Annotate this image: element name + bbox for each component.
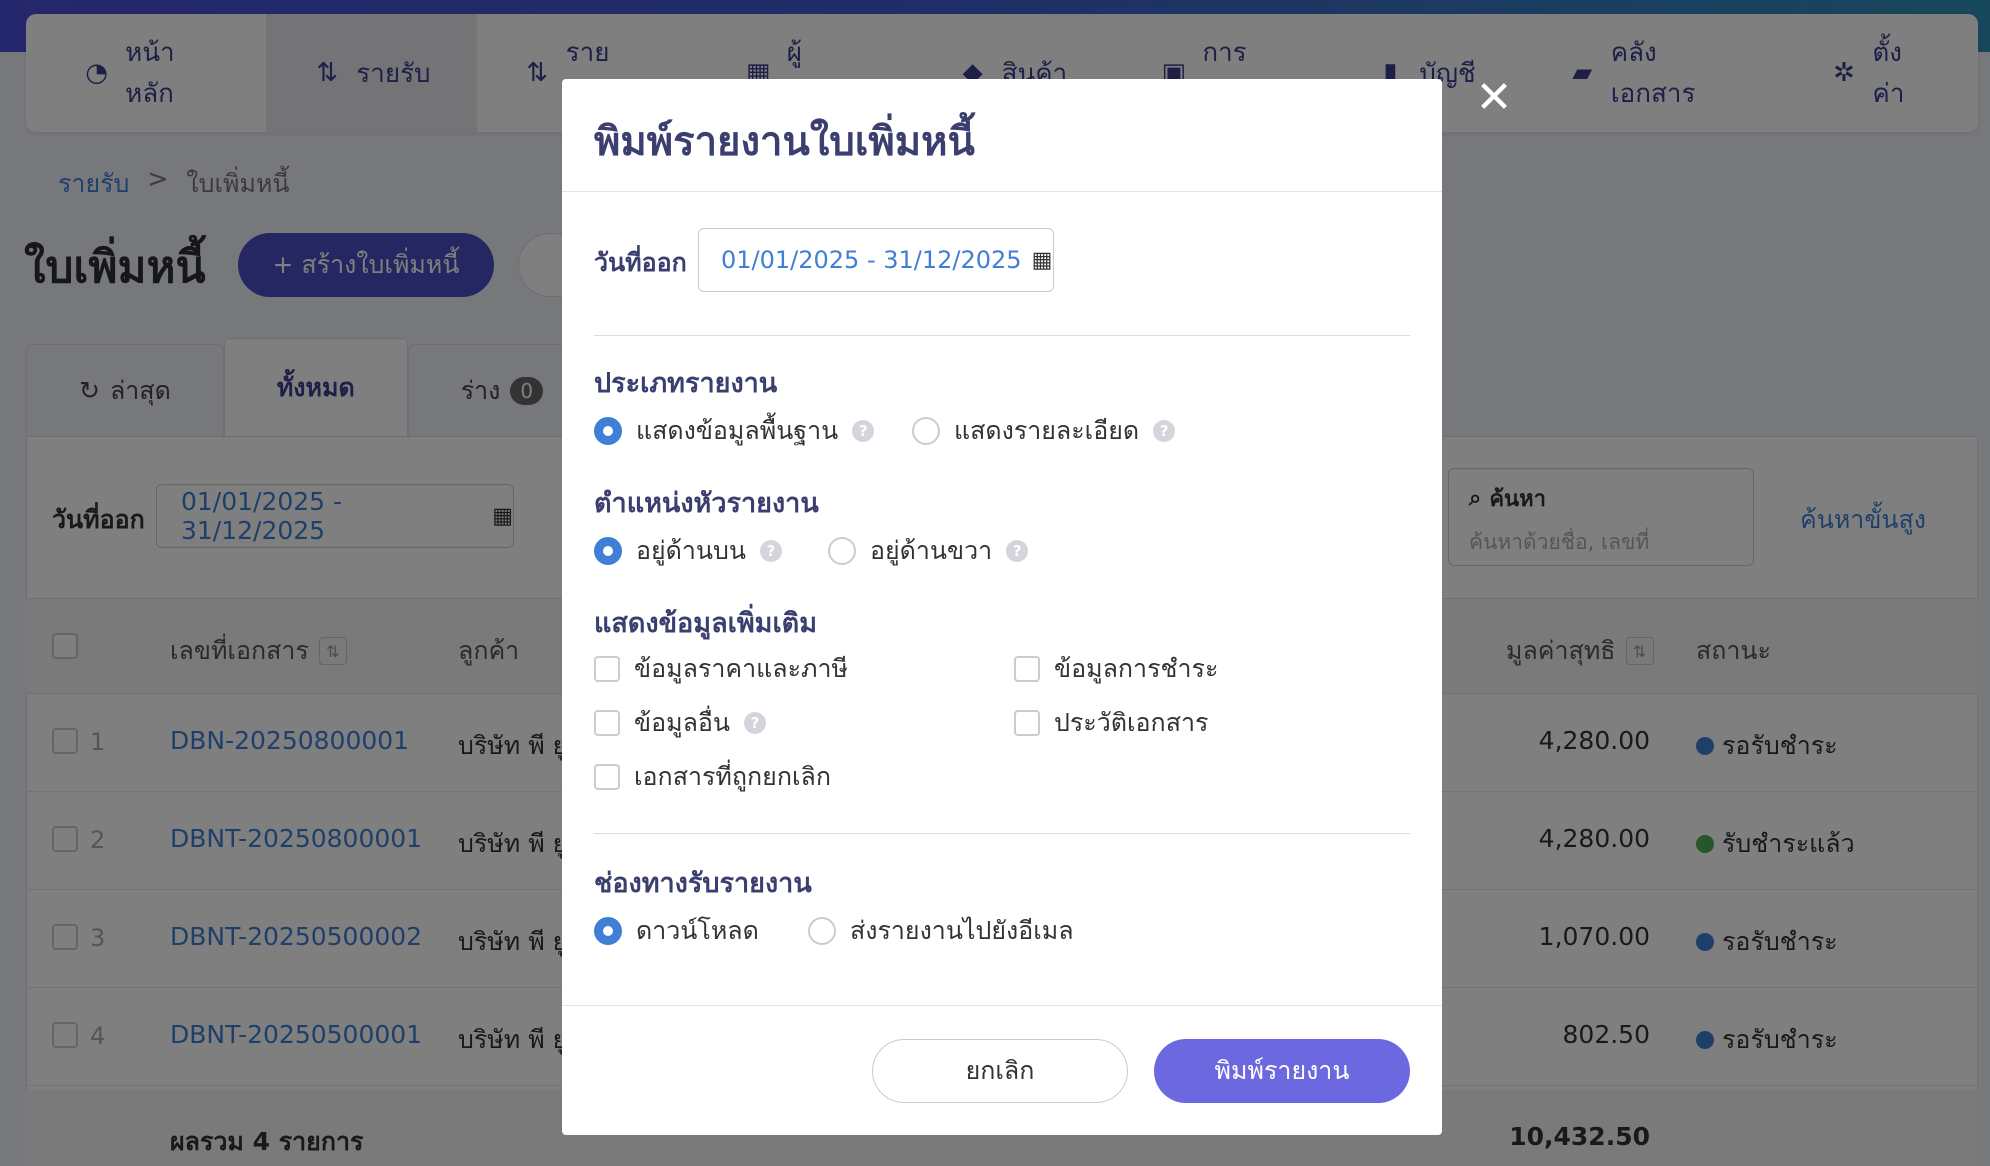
checkbox[interactable] xyxy=(1014,710,1040,736)
radio-unselected[interactable] xyxy=(828,537,856,565)
report-type-title: ประเภทรายงาน xyxy=(594,368,778,399)
option-label: อยู่ด้านขวา xyxy=(870,536,993,565)
divider xyxy=(594,335,1410,336)
option-label: ข้อมูลอื่น xyxy=(634,708,731,737)
print-report-button[interactable]: พิมพ์รายงาน xyxy=(1154,1039,1410,1103)
option-label: เอกสารที่ถูกยกเลิก xyxy=(634,762,831,791)
header-position-title: ตำแหน่งหัวรายงาน xyxy=(594,488,819,519)
extra-other-option[interactable]: ข้อมูลอื่น ? xyxy=(594,703,767,743)
divider xyxy=(594,833,1410,834)
report-type-basic-option[interactable]: แสดงข้อมูลพื้นฐาน ? xyxy=(594,411,875,451)
checkbox[interactable] xyxy=(594,656,620,682)
cancel-button[interactable]: ยกเลิก xyxy=(872,1039,1128,1103)
report-type-detail-option[interactable]: แสดงรายละเอียด ? xyxy=(912,411,1176,451)
help-icon[interactable]: ? xyxy=(760,540,782,562)
option-label: ข้อมูลการชำระ xyxy=(1054,654,1219,683)
extra-info-title: แสดงข้อมูลเพิ่มเติม xyxy=(594,608,818,639)
radio-unselected[interactable] xyxy=(808,917,836,945)
extra-payment-option[interactable]: ข้อมูลการชำระ xyxy=(1014,649,1218,689)
help-icon[interactable]: ? xyxy=(852,420,875,442)
header-position-right-option[interactable]: อยู่ด้านขวา ? xyxy=(828,531,1029,571)
calendar-icon: ▦ xyxy=(1031,247,1053,273)
option-label: แสดงรายละเอียด xyxy=(954,416,1140,445)
checkbox[interactable] xyxy=(1014,656,1040,682)
delivery-email-option[interactable]: ส่งรายงานไปยังอีเมล xyxy=(808,911,1074,951)
divider xyxy=(562,1005,1442,1006)
modal-date-range-input[interactable]: 01/01/2025 - 31/12/2025 ▦ xyxy=(698,228,1054,292)
close-icon[interactable]: ✕ xyxy=(1474,76,1514,120)
extra-price-tax-option[interactable]: ข้อมูลราคาและภาษี xyxy=(594,649,848,689)
option-label: ส่งรายงานไปยังอีเมล xyxy=(850,916,1074,945)
checkbox[interactable] xyxy=(594,710,620,736)
extra-cancelled-option[interactable]: เอกสารที่ถูกยกเลิก xyxy=(594,757,831,797)
option-label: แสดงข้อมูลพื้นฐาน xyxy=(636,416,839,445)
modal-date-label: วันที่ออก xyxy=(594,248,687,277)
help-icon[interactable]: ? xyxy=(1153,420,1176,442)
option-label: ข้อมูลราคาและภาษี xyxy=(634,654,848,683)
radio-unselected[interactable] xyxy=(912,417,940,445)
radio-selected[interactable] xyxy=(594,537,622,565)
modal-date-value: 01/01/2025 - 31/12/2025 xyxy=(721,246,1022,274)
option-label: ดาวน์โหลด xyxy=(636,916,759,945)
help-icon[interactable]: ? xyxy=(1006,540,1029,562)
extra-history-option[interactable]: ประวัติเอกสาร xyxy=(1014,703,1208,743)
delivery-download-option[interactable]: ดาวน์โหลด xyxy=(594,911,759,951)
option-label: ประวัติเอกสาร xyxy=(1054,708,1209,737)
header-position-top-option[interactable]: อยู่ด้านบน ? xyxy=(594,531,782,571)
radio-selected[interactable] xyxy=(594,417,622,445)
help-icon[interactable]: ? xyxy=(744,712,767,734)
checkbox[interactable] xyxy=(594,764,620,790)
radio-selected[interactable] xyxy=(594,917,622,945)
modal-title: พิมพ์รายงานใบเพิ่มหนี้ xyxy=(594,119,975,165)
delivery-channel-title: ช่องทางรับรายงาน xyxy=(594,868,812,899)
option-label: อยู่ด้านบน xyxy=(636,536,746,565)
print-report-modal: พิมพ์รายงานใบเพิ่มหนี้ วันที่ออก 01/01/2… xyxy=(562,79,1442,1135)
divider xyxy=(562,191,1442,192)
